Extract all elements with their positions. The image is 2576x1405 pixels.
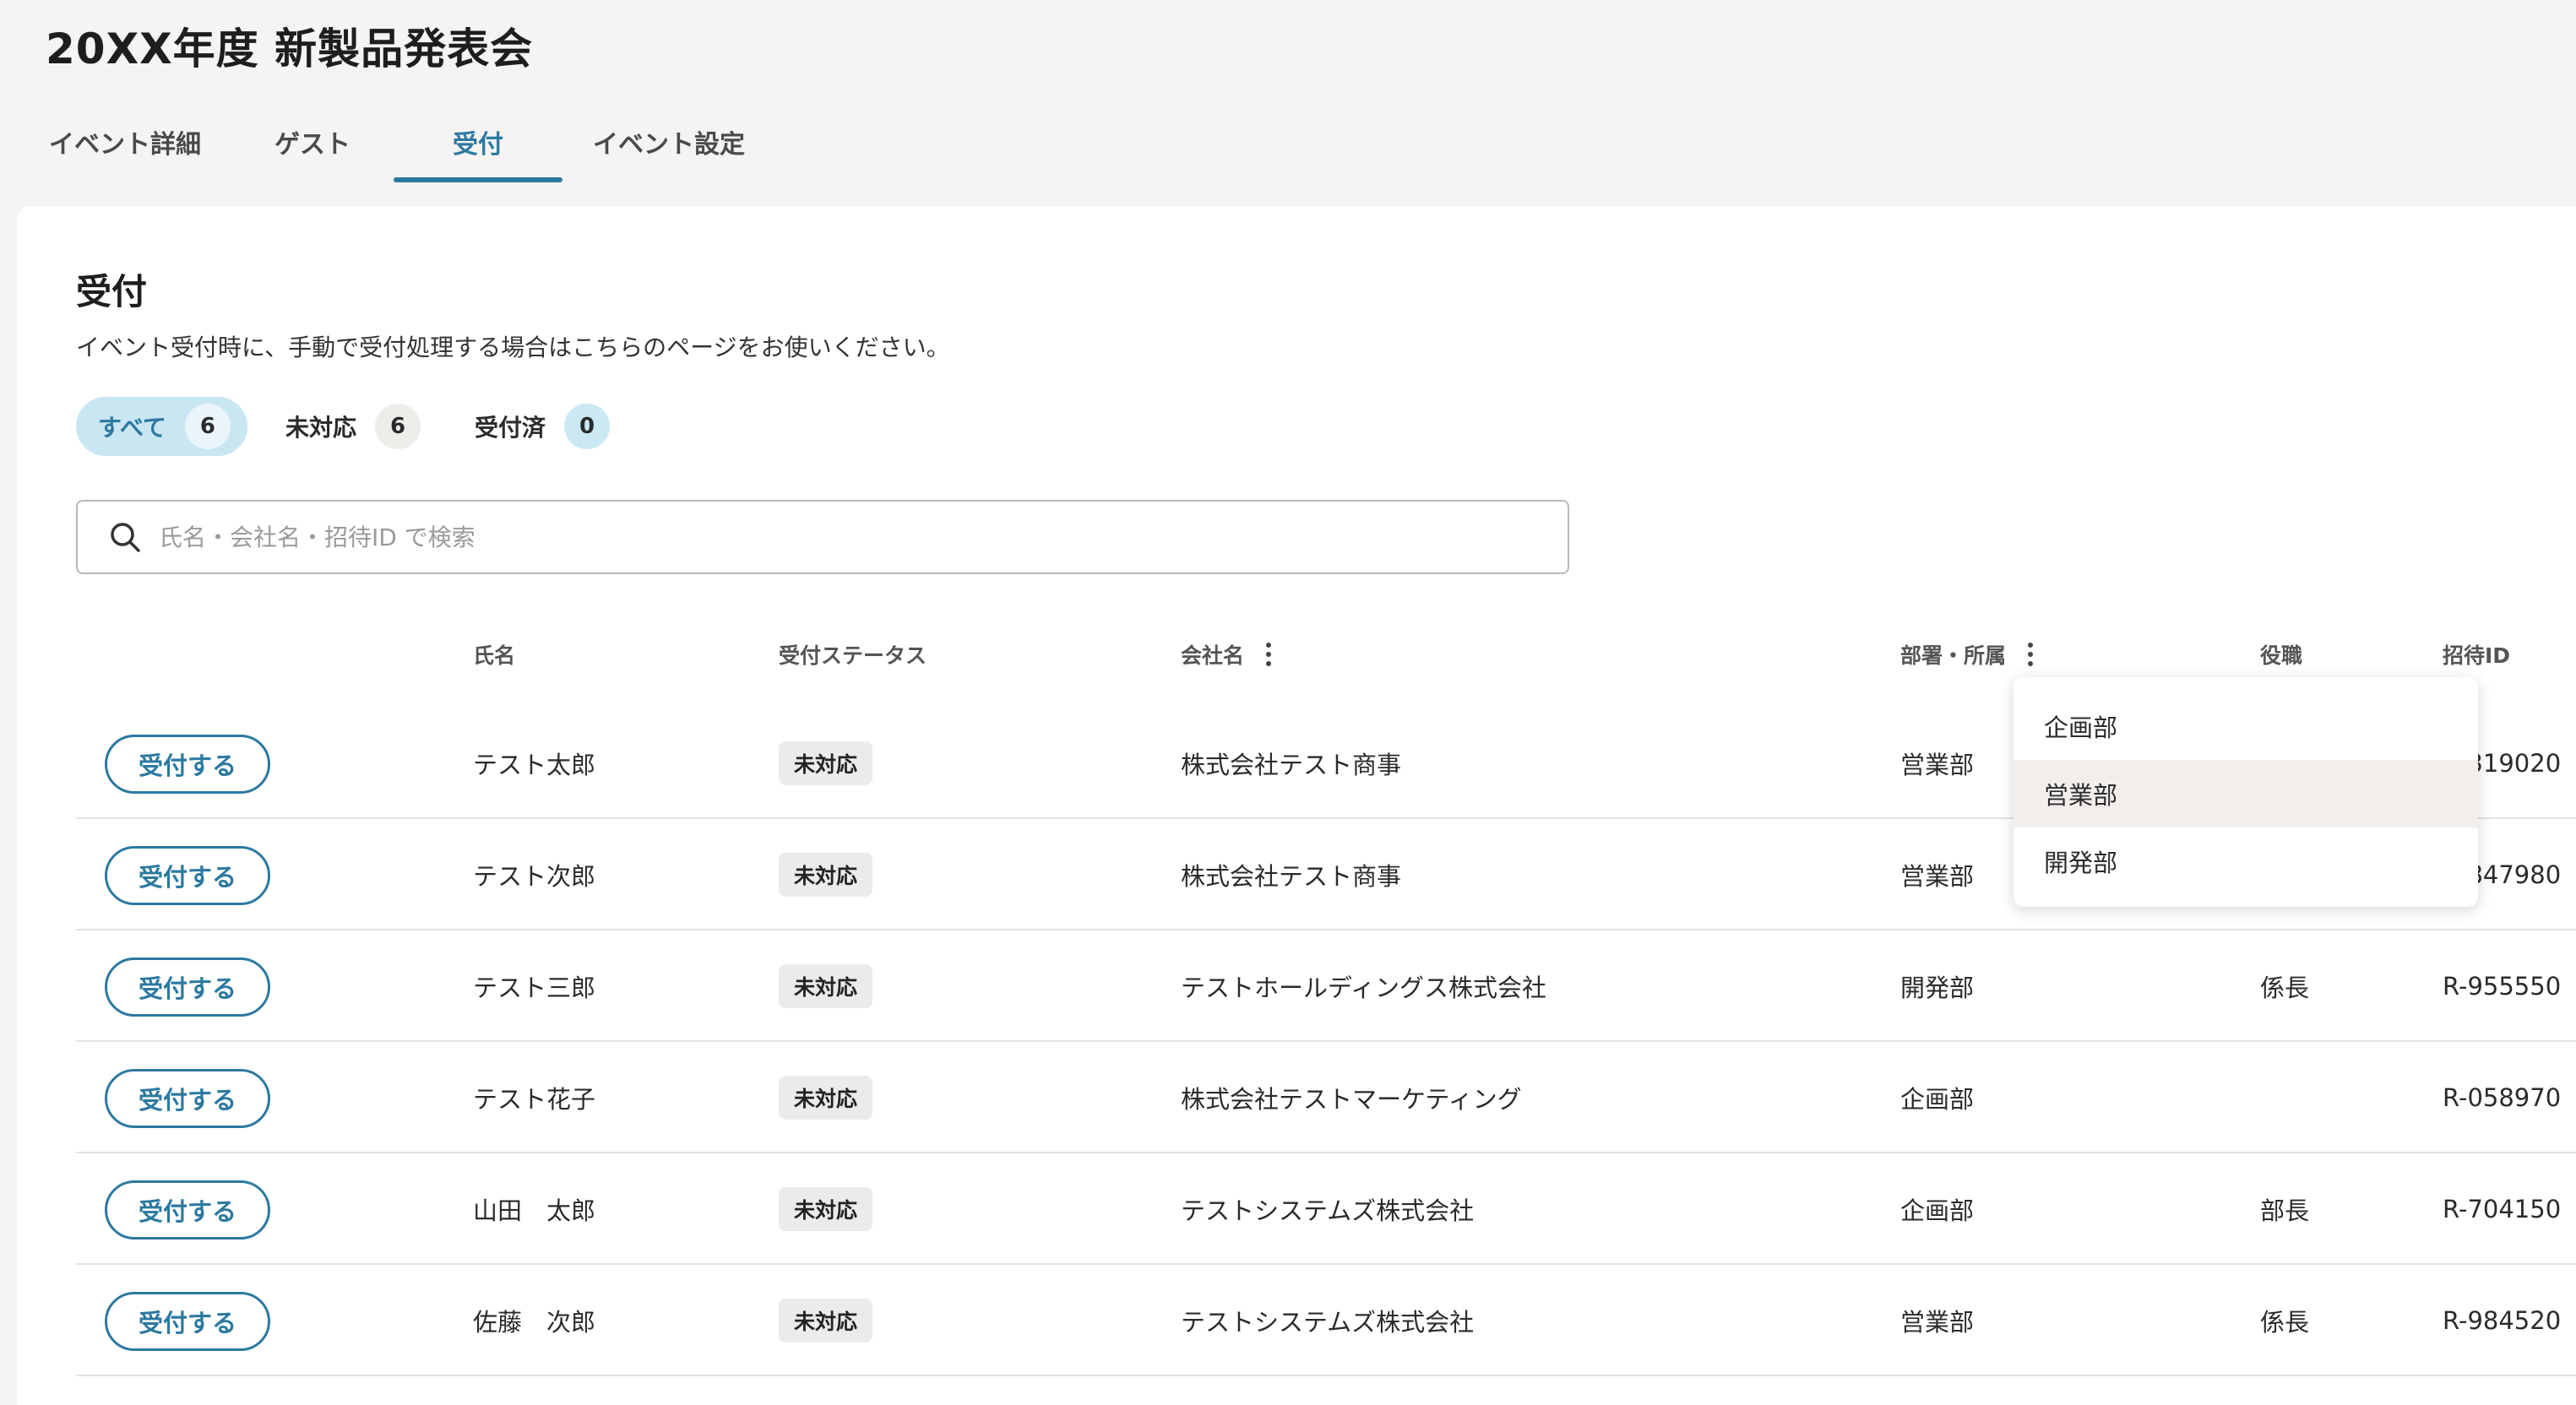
accept-button[interactable]: 受付する [105, 957, 270, 1017]
column-header-department-label: 部署・所属 [1900, 643, 2007, 668]
department: 企画部 [1900, 1085, 1975, 1114]
status-badge: 未対応 [779, 964, 873, 1008]
department: 営業部 [1900, 1308, 1975, 1337]
invite-id: R-058970 [2443, 1083, 2562, 1112]
company-name: 株式会社テスト商事 [1181, 862, 1402, 891]
column-header-company: 会社名 [1181, 639, 1272, 670]
column-header-position: 役職 [2260, 643, 2303, 668]
tab-guests[interactable]: ゲスト [253, 101, 372, 182]
position: 係長 [2260, 1308, 2310, 1337]
filter-count: 0 [564, 404, 611, 449]
status-badge: 未対応 [779, 1187, 873, 1231]
accept-button[interactable]: 受付する [105, 1292, 270, 1351]
department: 営業部 [1900, 862, 1975, 891]
company-name: 株式会社テストマーケティング [1181, 1085, 1522, 1114]
invite-id: R-955550 [2443, 972, 2562, 1001]
section-title: 受付 [76, 271, 148, 312]
column-header-status: 受付ステータス [779, 643, 927, 668]
guest-name: テスト次郎 [473, 862, 596, 891]
page-title: 20XX年度 新製品発表会 [46, 24, 534, 73]
accept-button[interactable]: 受付する [105, 846, 270, 905]
table-row: 受付する テスト三郎 未対応 テストホールディングス株式会社 開発部 係長 R-… [76, 930, 2576, 1042]
filter-label: 未対応 [285, 414, 357, 442]
company-name: テストホールディングス株式会社 [1181, 974, 1546, 1002]
dropdown-option-planning[interactable]: 企画部 [2014, 692, 2478, 760]
company-name: 株式会社テスト商事 [1181, 751, 1402, 779]
invite-id: R-984520 [2443, 1306, 2562, 1335]
search-input[interactable] [159, 523, 1510, 551]
department: 営業部 [1900, 751, 1975, 779]
table-row: 受付する 佐藤 次郎 未対応 テストシステムズ株式会社 営業部 係長 R-984… [76, 1265, 2576, 1376]
column-header-name: 氏名 [473, 643, 516, 668]
department-filter-dropdown: 企画部 営業部 開発部 [2014, 677, 2478, 907]
filter-label: すべて [98, 414, 166, 442]
search-box [76, 500, 1569, 574]
table-row: 受付する テスト花子 未対応 株式会社テストマーケティング 企画部 R-0589… [76, 1042, 2576, 1153]
status-badge: 未対応 [779, 853, 873, 897]
more-vertical-icon[interactable] [1266, 643, 1272, 666]
guest-name: 山田 太郎 [473, 1196, 596, 1225]
dropdown-option-development[interactable]: 開発部 [2014, 827, 2478, 895]
department: 開発部 [1900, 974, 1975, 1002]
tab-reception[interactable]: 受付 [394, 101, 562, 182]
accept-button[interactable]: 受付する [105, 1180, 270, 1240]
filter-count: 6 [375, 404, 421, 449]
more-vertical-icon[interactable] [2028, 643, 2034, 666]
guest-name: テスト三郎 [473, 974, 596, 1002]
company-name: テストシステムズ株式会社 [1181, 1308, 1475, 1337]
filter-accepted[interactable]: 受付済 0 [453, 397, 627, 456]
column-header-invite-id: 招待ID [2443, 643, 2511, 668]
accept-button[interactable]: 受付する [105, 735, 270, 794]
accept-button[interactable]: 受付する [105, 1069, 270, 1128]
filter-label: 受付済 [475, 414, 546, 442]
position: 係長 [2260, 974, 2310, 1002]
tab-event-settings[interactable]: イベント設定 [584, 101, 753, 182]
position: 部長 [2260, 1196, 2310, 1225]
filter-count: 6 [184, 404, 231, 449]
filter-all[interactable]: すべて 6 [76, 397, 247, 456]
invite-id: R-704150 [2443, 1195, 2562, 1223]
guest-name: テスト太郎 [473, 751, 596, 779]
status-badge: 未対応 [779, 741, 873, 785]
status-badge: 未対応 [779, 1299, 873, 1343]
company-name: テストシステムズ株式会社 [1181, 1196, 1475, 1225]
status-badge: 未対応 [779, 1076, 873, 1120]
tab-bar: イベント詳細 ゲスト 受付 イベント設定 [0, 101, 2576, 182]
filter-pending[interactable]: 未対応 6 [264, 397, 437, 456]
guest-name: テスト花子 [473, 1085, 596, 1114]
column-header-company-label: 会社名 [1181, 643, 1245, 668]
section-description: イベント受付時に、手動で受付処理する場合はこちらのページをお使いください。 [76, 334, 950, 361]
tab-event-details[interactable]: イベント詳細 [41, 101, 209, 182]
department: 企画部 [1900, 1196, 1975, 1225]
column-header-department: 部署・所属 [1900, 639, 2034, 670]
table-row: 受付する 山田 太郎 未対応 テストシステムズ株式会社 企画部 部長 R-704… [76, 1153, 2576, 1265]
search-icon [108, 520, 142, 554]
dropdown-option-sales[interactable]: 営業部 [2014, 760, 2478, 827]
guest-name: 佐藤 次郎 [473, 1308, 596, 1337]
